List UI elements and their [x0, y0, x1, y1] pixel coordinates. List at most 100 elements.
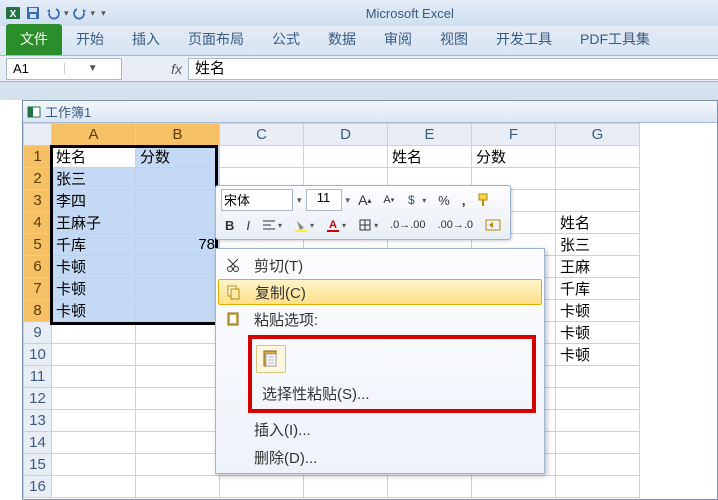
row-header[interactable]: 15	[24, 454, 52, 476]
tab-pdf-tools[interactable]: PDF工具集	[566, 24, 664, 55]
cell[interactable]	[52, 454, 136, 476]
cell[interactable]	[220, 476, 304, 498]
chevron-down-icon[interactable]: ▾	[346, 195, 351, 206]
row-header[interactable]: 10	[24, 344, 52, 366]
merge-button[interactable]	[481, 214, 505, 236]
cell[interactable]: 卡顿	[52, 256, 136, 278]
cell[interactable]: 卡顿	[52, 300, 136, 322]
chevron-down-icon[interactable]: ▾	[297, 195, 302, 206]
menu-cut[interactable]: 剪切(T)	[218, 251, 542, 279]
bold-button[interactable]: B	[221, 214, 238, 236]
tab-formulas[interactable]: 公式	[258, 24, 314, 55]
save-icon[interactable]	[24, 4, 42, 22]
col-header-f[interactable]: F	[472, 124, 556, 146]
cell[interactable]: 张三	[556, 234, 640, 256]
cell[interactable]: 姓名	[556, 212, 640, 234]
cell[interactable]	[556, 366, 640, 388]
cell[interactable]	[136, 190, 220, 212]
cell[interactable]	[472, 476, 556, 498]
menu-copy[interactable]: 复制(C)	[218, 279, 542, 305]
col-header-g[interactable]: G	[556, 124, 640, 146]
cell[interactable]	[52, 476, 136, 498]
cell[interactable]: 姓名	[388, 146, 472, 168]
row-header[interactable]: 1	[24, 146, 52, 168]
tab-review[interactable]: 审阅	[370, 24, 426, 55]
cell[interactable]	[304, 476, 388, 498]
menu-insert[interactable]: 插入(I)...	[218, 415, 542, 443]
workbook-titlebar[interactable]: 工作簿1	[23, 101, 717, 123]
cell[interactable]	[52, 388, 136, 410]
redo-icon[interactable]	[71, 4, 89, 22]
row-header[interactable]: 6	[24, 256, 52, 278]
row-header[interactable]: 14	[24, 432, 52, 454]
comma-format-button[interactable]: ,	[458, 189, 470, 211]
increase-decimal-button[interactable]: .0→.00	[386, 214, 429, 236]
accounting-format-button[interactable]: $	[402, 189, 430, 211]
align-button[interactable]	[258, 214, 286, 236]
col-header-e[interactable]: E	[388, 124, 472, 146]
cell[interactable]	[52, 366, 136, 388]
col-header-a[interactable]: A	[52, 124, 136, 146]
cell[interactable]	[52, 344, 136, 366]
cell[interactable]: 卡顿	[556, 322, 640, 344]
cell[interactable]	[220, 146, 304, 168]
tab-page-layout[interactable]: 页面布局	[174, 24, 258, 55]
cell[interactable]	[304, 146, 388, 168]
tab-data[interactable]: 数据	[314, 24, 370, 55]
cell[interactable]: 王麻	[556, 256, 640, 278]
cell[interactable]	[556, 388, 640, 410]
cell[interactable]: 卡顿	[556, 300, 640, 322]
cell[interactable]: 千库	[52, 234, 136, 256]
row-header[interactable]: 4	[24, 212, 52, 234]
borders-button[interactable]	[354, 214, 382, 236]
menu-delete[interactable]: 删除(D)...	[218, 443, 542, 471]
row-header[interactable]: 5	[24, 234, 52, 256]
tab-file[interactable]: 文件	[6, 24, 62, 55]
col-header-b[interactable]: B	[136, 124, 220, 146]
format-painter-icon[interactable]	[473, 189, 497, 211]
row-header[interactable]: 7	[24, 278, 52, 300]
fill-color-button[interactable]	[290, 214, 318, 236]
cell[interactable]	[136, 278, 220, 300]
cell[interactable]: 千库	[556, 278, 640, 300]
col-header-d[interactable]: D	[304, 124, 388, 146]
undo-icon[interactable]	[44, 4, 62, 22]
font-size-combo[interactable]: 11	[306, 189, 342, 211]
tab-insert[interactable]: 插入	[118, 24, 174, 55]
undo-dropdown[interactable]: ▾	[64, 8, 69, 19]
redo-dropdown[interactable]: ▾	[91, 8, 96, 19]
fx-button[interactable]: fx	[122, 61, 188, 77]
cell[interactable]	[556, 146, 640, 168]
tab-view[interactable]: 视图	[426, 24, 482, 55]
row-header[interactable]: 13	[24, 410, 52, 432]
select-all-corner[interactable]	[24, 124, 52, 146]
name-box[interactable]: A1 ▼	[6, 58, 122, 80]
paste-default-button[interactable]	[256, 345, 286, 373]
cell[interactable]	[52, 432, 136, 454]
row-header[interactable]: 8	[24, 300, 52, 322]
cell[interactable]: 王麻子	[52, 212, 136, 234]
cell[interactable]	[136, 322, 220, 344]
cell[interactable]: 姓名	[52, 146, 136, 168]
cell[interactable]	[136, 476, 220, 498]
cell[interactable]	[136, 256, 220, 278]
cell[interactable]	[136, 300, 220, 322]
name-box-dropdown[interactable]: ▼	[64, 63, 122, 74]
cell[interactable]	[136, 432, 220, 454]
menu-paste-special[interactable]: 选择性粘贴(S)...	[256, 381, 528, 405]
cell[interactable]	[556, 190, 640, 212]
cell[interactable]	[136, 168, 220, 190]
cell[interactable]: 李四	[52, 190, 136, 212]
italic-button[interactable]: I	[242, 214, 254, 236]
cell[interactable]	[136, 410, 220, 432]
font-color-button[interactable]: A	[322, 214, 350, 236]
col-header-c[interactable]: C	[220, 124, 304, 146]
row-header[interactable]: 11	[24, 366, 52, 388]
cell[interactable]	[556, 454, 640, 476]
decrease-font-icon[interactable]: A▾	[379, 189, 398, 211]
cell[interactable]: 78	[136, 234, 220, 256]
cell[interactable]	[52, 322, 136, 344]
row-header[interactable]: 16	[24, 476, 52, 498]
increase-font-icon[interactable]: A▴	[354, 189, 375, 211]
cell[interactable]: 分数	[472, 146, 556, 168]
